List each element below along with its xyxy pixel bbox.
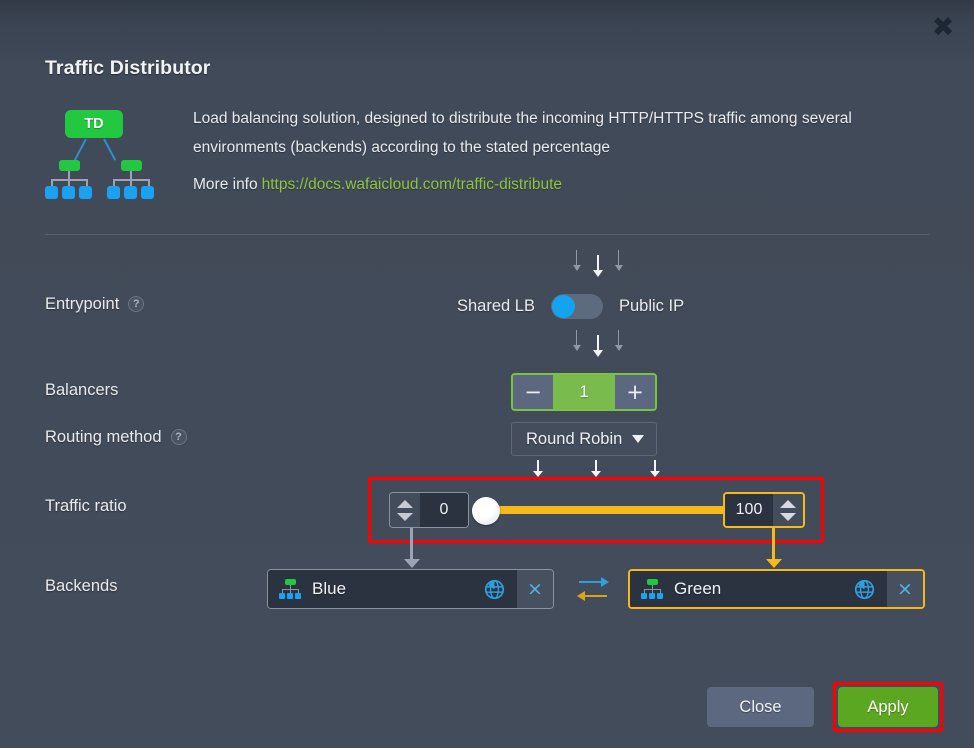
environment-icon (45, 160, 93, 200)
public-ip-label[interactable]: Public IP (619, 297, 684, 316)
entrypoint-toggle-group: Shared LB Public IP (457, 294, 684, 319)
backend-green-remove-button[interactable]: × (887, 571, 923, 607)
backend-blue-remove-button[interactable]: × (517, 570, 553, 608)
routing-method-label-text: Routing method (45, 428, 162, 446)
page-title: Traffic Distributor (45, 57, 211, 79)
flow-tick-right (650, 460, 660, 477)
traffic-ratio-right-stepper: 100 (723, 492, 805, 528)
td-badge: TD (65, 110, 123, 138)
description-block: Load balancing solution, designed to dis… (193, 104, 933, 194)
environment-icon (107, 160, 155, 200)
entrypoint-label-text: Entrypoint (45, 295, 120, 313)
td-connector-right (103, 138, 117, 161)
traffic-distributor-dialog: ✖ Traffic Distributor TD Load balancing … (0, 0, 974, 748)
flow-tick-middle (591, 460, 601, 477)
connector-green (765, 528, 783, 570)
traffic-ratio-slider-handle[interactable] (472, 497, 500, 525)
spinner-down-icon[interactable] (397, 512, 413, 521)
toggle-knob (551, 295, 575, 318)
flow-tick-left (533, 460, 543, 477)
close-button[interactable]: Close (707, 687, 814, 727)
traffic-ratio-track[interactable] (487, 506, 730, 514)
backend-blue-name: Blue (312, 579, 347, 598)
globe-icon[interactable] (484, 579, 505, 600)
traffic-ratio-left-value[interactable]: 0 (420, 493, 468, 527)
traffic-ratio-left-stepper: 0 (389, 492, 469, 528)
connector-blue (403, 528, 421, 570)
routing-method-label: Routing method? (45, 428, 187, 447)
balancers-stepper: − 1 + (511, 373, 657, 411)
balancers-label: Balancers (45, 381, 119, 399)
entrypoint-toggle[interactable] (550, 294, 603, 319)
dialog-header: TD Load balancing solution, designed to … (45, 104, 929, 216)
balancers-decrement-button[interactable]: − (513, 375, 553, 409)
right-spinner-arrows[interactable] (773, 494, 803, 526)
docs-link[interactable]: https://docs.wafaicloud.com/traffic-dist… (262, 176, 562, 193)
routing-method-help-icon[interactable]: ? (170, 429, 187, 445)
environment-icon (641, 578, 663, 600)
backend-item-blue[interactable]: Blue × (267, 569, 554, 609)
traffic-distributor-icon: TD (45, 110, 185, 202)
close-icon[interactable]: ✖ (926, 10, 960, 44)
entrypoint-help-icon[interactable]: ? (128, 296, 145, 312)
flow-arrows-above-entrypoint (572, 250, 623, 277)
left-spinner-arrows[interactable] (390, 493, 420, 527)
routing-method-select[interactable]: Round Robin (511, 422, 658, 456)
shared-lb-label[interactable]: Shared LB (457, 297, 535, 316)
chevron-down-icon (632, 435, 645, 443)
backends-label: Backends (45, 577, 118, 595)
spinner-down-icon[interactable] (780, 512, 796, 521)
swap-arrows-icon[interactable] (576, 575, 610, 605)
more-info-label: More info (193, 176, 258, 193)
backend-green-name: Green (674, 579, 722, 598)
backend-blue-main: Blue (268, 570, 517, 608)
entrypoint-label: Entrypoint? (45, 295, 145, 314)
balancers-value[interactable]: 1 (553, 375, 615, 409)
backend-green-main: Green (630, 571, 887, 607)
balancers-increment-button[interactable]: + (615, 375, 655, 409)
more-info-row: More info https://docs.wafaicloud.com/tra… (193, 176, 933, 194)
td-connector-left (73, 138, 87, 161)
routing-method-value: Round Robin (526, 429, 623, 448)
description-text: Load balancing solution, designed to dis… (193, 110, 852, 156)
apply-button[interactable]: Apply (838, 687, 938, 727)
spinner-up-icon[interactable] (780, 499, 796, 508)
spinner-up-icon[interactable] (397, 499, 413, 508)
environment-icon (279, 578, 301, 600)
header-divider (45, 234, 929, 235)
flow-arrows-below-entrypoint (572, 330, 623, 357)
traffic-ratio-label: Traffic ratio (45, 497, 127, 515)
traffic-ratio-right-value[interactable]: 100 (725, 494, 773, 526)
backend-item-green[interactable]: Green × (628, 569, 925, 609)
globe-icon[interactable] (854, 579, 875, 600)
